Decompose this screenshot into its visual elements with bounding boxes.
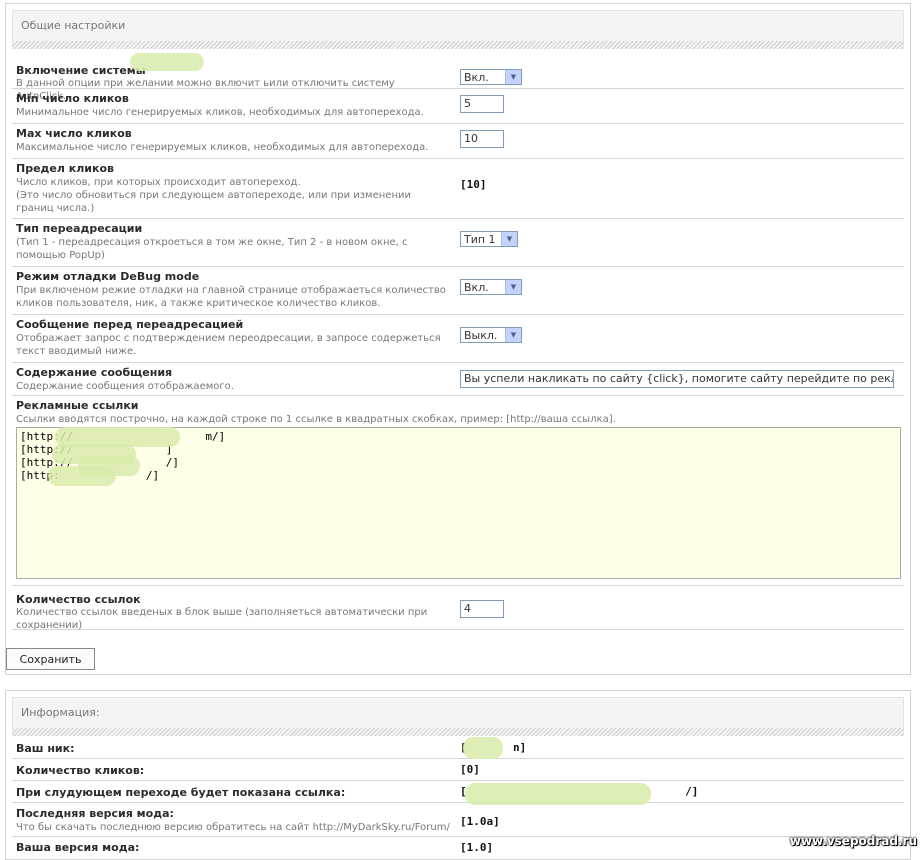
setting-title: Тип переадресации — [16, 222, 143, 235]
info-title: Количество кликов: — [16, 764, 145, 777]
select-value: Вкл. — [464, 280, 489, 294]
setting-description: При включеном режие отладки на главной с… — [16, 285, 446, 309]
message-content-input[interactable]: Вы успели накликать по сайту {click}, по… — [460, 370, 894, 388]
header-divider — [12, 41, 904, 49]
select-value: Тип 1 — [464, 232, 496, 246]
setting-title: Рекламные ссылки — [16, 399, 139, 412]
setting-row-redirect-type: Тип переадресации (Тип 1 - переадресация… — [12, 219, 904, 267]
info-row-your-version: Ваша версия мода: [1.0] — [12, 837, 904, 859]
setting-title: Max число кликов — [16, 127, 132, 140]
info-description: Что бы скачать последнюю версию обратите… — [16, 822, 450, 833]
chevron-down-icon: ▼ — [505, 70, 521, 84]
select-value: Вкл. — [464, 70, 489, 84]
setting-row-click-limit: Предел кликов Число кликов, при которых … — [12, 159, 904, 219]
redirect-message-select[interactable]: Выкл. ▼ — [460, 327, 522, 343]
max-clicks-input[interactable]: 10 — [460, 130, 504, 148]
setting-description: Ссылки вводятся построчно, на каждой стр… — [16, 414, 616, 425]
setting-description: Содержание сообщения отображаемого. — [16, 381, 234, 392]
setting-title: Сообщение перед переадресацией — [16, 318, 244, 331]
settings-panel: Общие настройки Включение системы В данн… — [5, 3, 911, 675]
clicks-value: [0] — [460, 763, 480, 776]
info-row-next-link: При слудующем переходе будет показана сс… — [12, 781, 904, 803]
redaction-mark — [465, 783, 651, 805]
min-clicks-input[interactable]: 5 — [460, 95, 504, 113]
info-row-clicks: Количество кликов: [0] — [12, 759, 904, 781]
settings-panel-header: Общие настройки — [12, 10, 904, 41]
setting-description: Максимальное число генерируемых кликов, … — [16, 142, 429, 153]
setting-row-ad-links: Рекламные ссылки Ссылки вводятся построч… — [12, 396, 904, 586]
setting-row-message-content: Содержание сообщения Содержание сообщени… — [12, 363, 904, 396]
chevron-down-icon: ▼ — [505, 328, 521, 342]
redaction-mark — [463, 737, 503, 759]
info-row-nick: Ваш ник: [ n] — [12, 736, 904, 759]
setting-description: Отображает запрос с подтверждением перео… — [16, 333, 441, 357]
setting-row-redirect-message: Сообщение перед переадресацией Отображае… — [12, 315, 904, 363]
select-value: Выкл. — [464, 328, 498, 342]
setting-title: Включение системы — [16, 64, 146, 77]
info-panel: Информация: Ваш ник: [ n] Количество кли… — [5, 690, 911, 860]
system-enable-select[interactable]: Вкл. ▼ — [460, 69, 522, 85]
setting-description: (Тип 1 - переадресация откроеться в том … — [16, 237, 408, 261]
your-version-value: [1.0] — [460, 841, 494, 854]
setting-title: Режим отладки DeBug mode — [16, 270, 200, 283]
info-title: Ваша версия мода: — [16, 841, 140, 854]
setting-row-min-clicks: Min число кликов Минимальное число генер… — [12, 89, 904, 124]
watermark: www.vsepodrad.ru — [789, 834, 917, 848]
header-divider — [12, 728, 904, 736]
setting-row-links-count: Количество ссылок Количество ссылок введ… — [12, 586, 904, 631]
setting-description: Минимальное число генерируемых кликов, н… — [16, 107, 424, 118]
redirect-type-select[interactable]: Тип 1 ▼ — [460, 231, 518, 247]
setting-title: Количество ссылок — [16, 593, 141, 606]
info-title: Ваш ник: — [16, 742, 75, 755]
setting-title: Предел кликов — [16, 162, 114, 175]
setting-description: Количество ссылок введеных в блок выше (… — [16, 607, 428, 631]
chevron-down-icon: ▼ — [501, 232, 517, 246]
info-panel-header: Информация: — [12, 697, 904, 728]
save-button[interactable]: Сохранить — [6, 648, 95, 670]
setting-title: Содержание сообщения — [16, 366, 173, 379]
setting-row-debug-mode: Режим отладки DeBug mode При включеном р… — [12, 267, 904, 315]
setting-row-max-clicks: Max число кликов Максимальное число гене… — [12, 124, 904, 159]
debug-mode-select[interactable]: Вкл. ▼ — [460, 279, 522, 295]
setting-title: Min число кликов — [16, 92, 129, 105]
info-title: Последняя версия мода: — [16, 807, 174, 820]
links-count-input[interactable]: 4 — [460, 600, 504, 618]
latest-version-value: [1.0a] — [460, 815, 500, 828]
info-title: При слудующем переходе будет показана сс… — [16, 786, 346, 799]
ad-links-textarea[interactable]: [http:// m/] [http:// ] [http:// /] [htt… — [16, 427, 901, 579]
redaction-mark — [48, 466, 116, 486]
click-limit-value: [10] — [460, 178, 487, 191]
info-row-latest-version: Последняя версия мода: Что бы скачать по… — [12, 803, 904, 837]
chevron-down-icon: ▼ — [505, 280, 521, 294]
redaction-mark — [130, 53, 204, 71]
setting-description: Число кликов, при которых происходит авт… — [16, 177, 411, 214]
